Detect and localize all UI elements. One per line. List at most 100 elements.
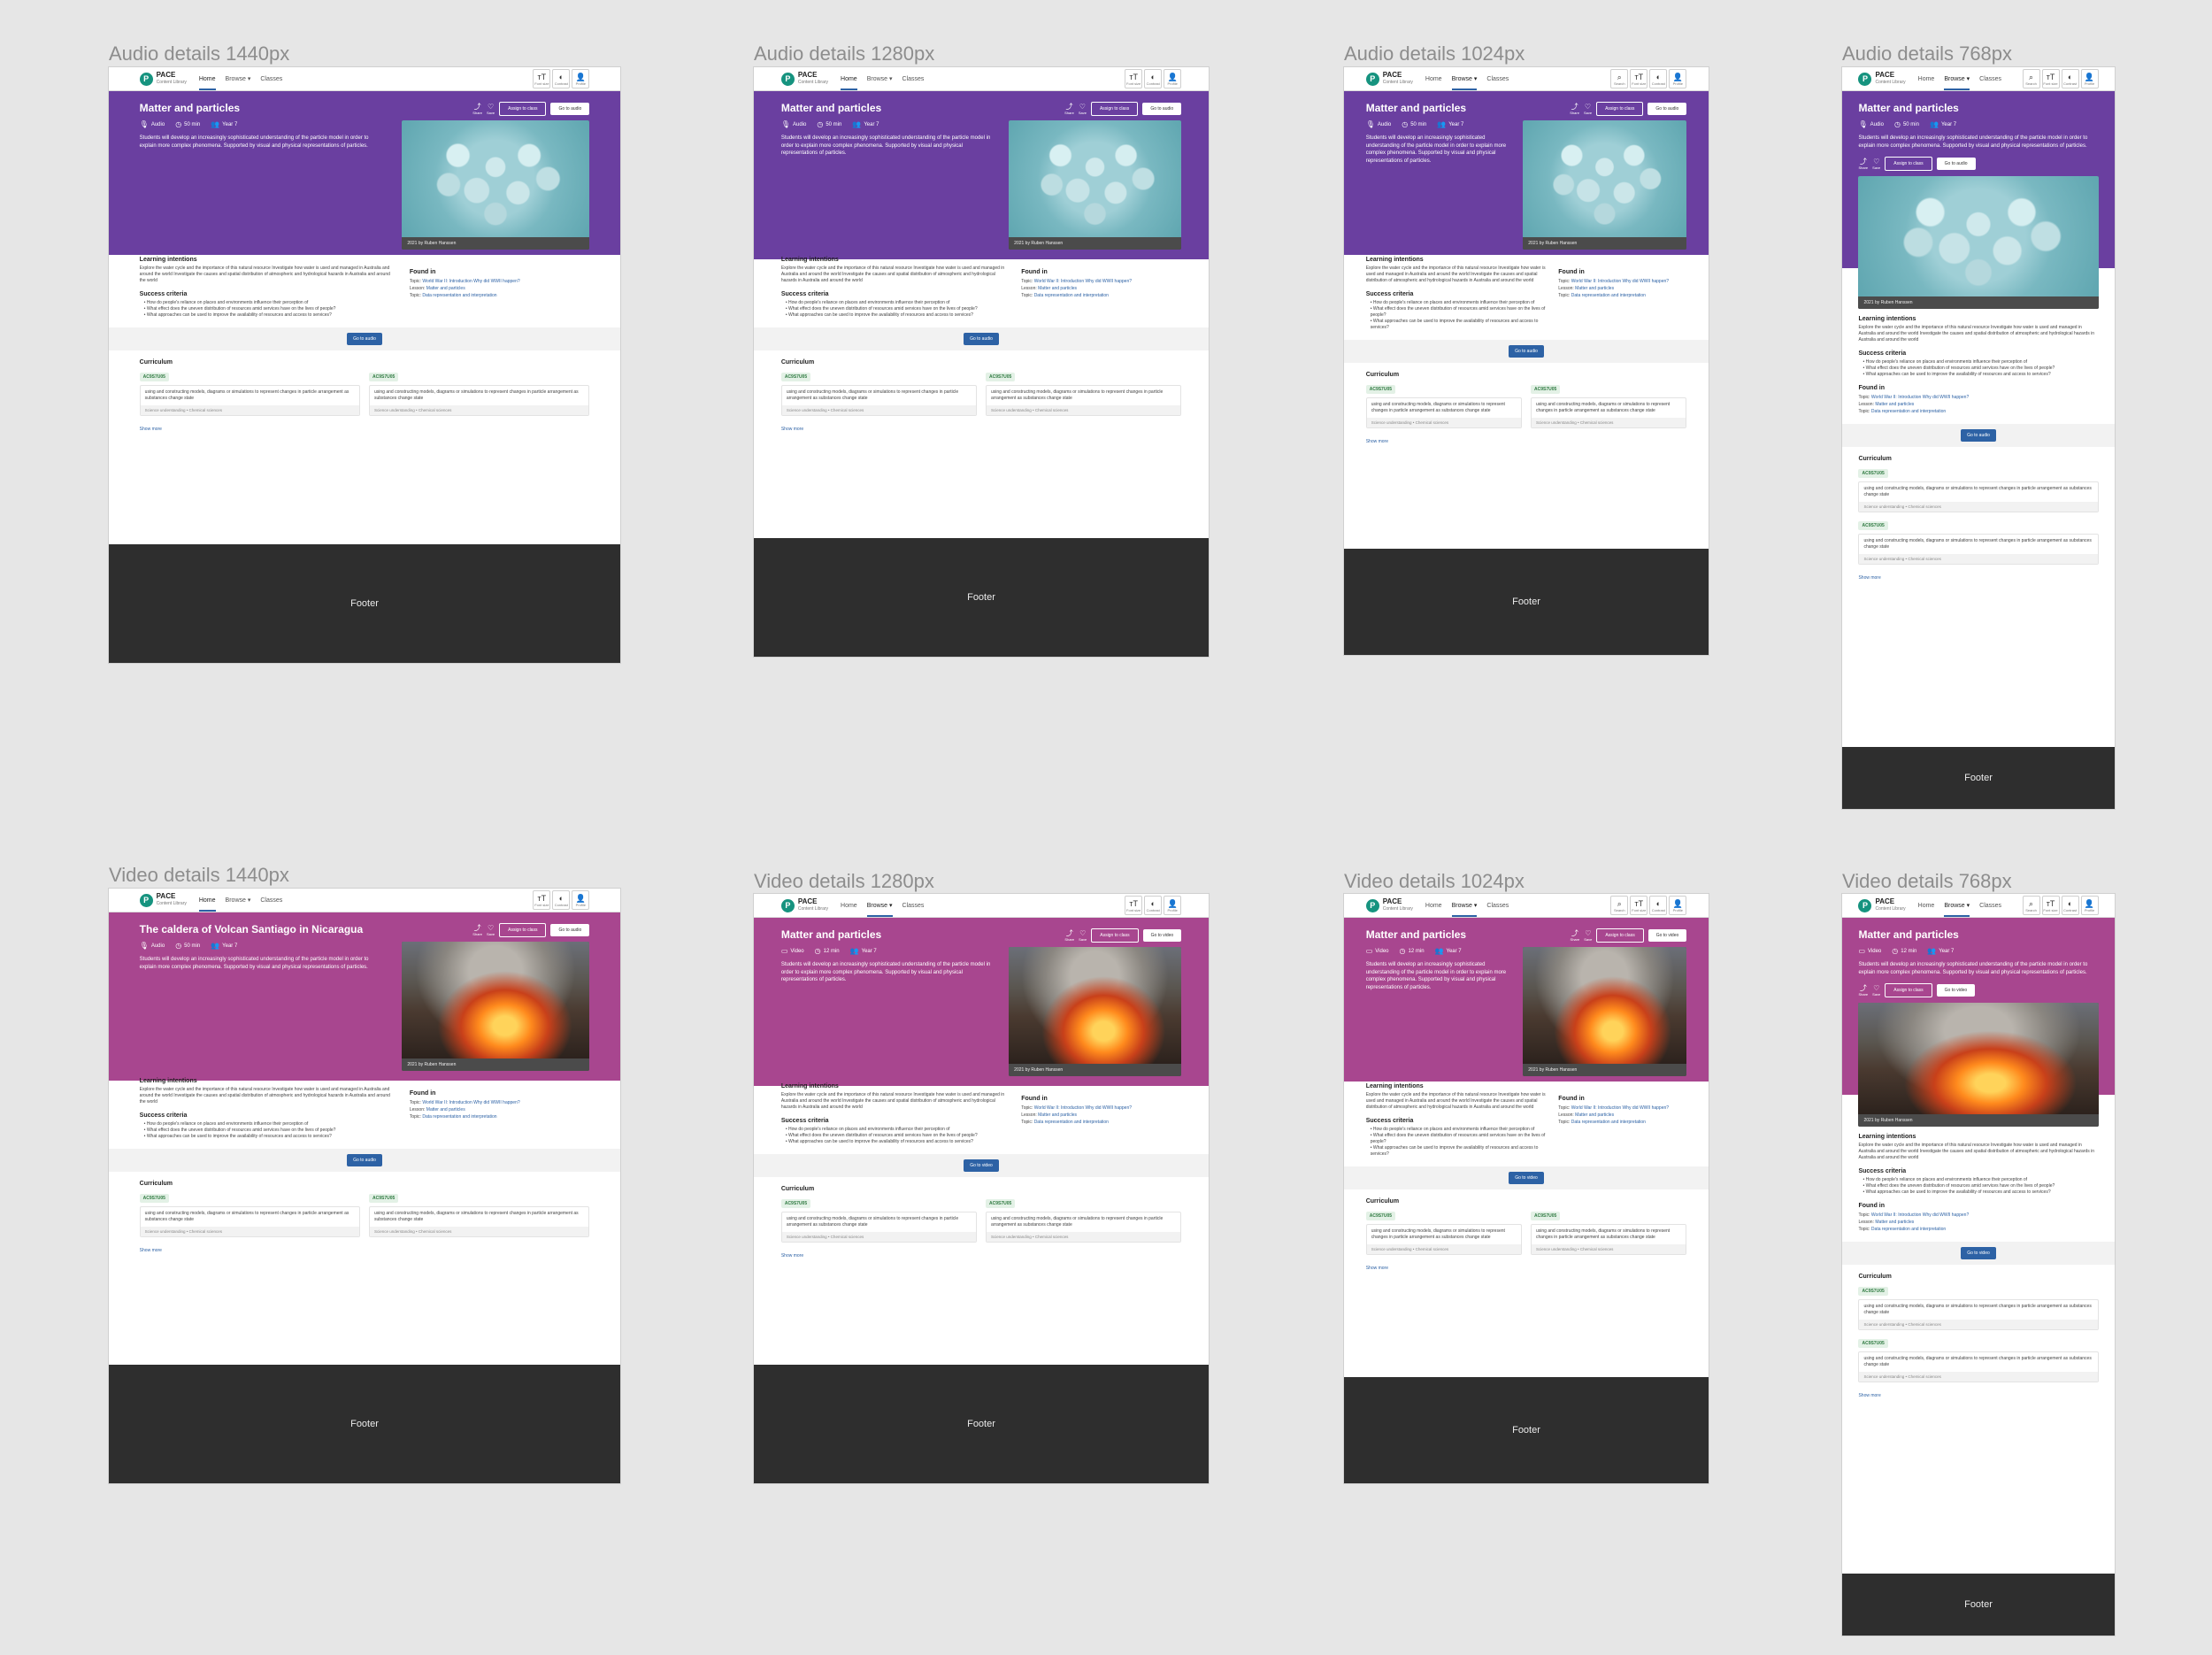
nav-link-browse[interactable]: Browse ▾ [1944, 67, 1970, 90]
found-link[interactable]: Data representation and interpretation [1871, 409, 1946, 414]
assign-to-class-button[interactable]: Assign to class [499, 923, 547, 937]
tool-search[interactable]: ⌕ Search [1610, 896, 1629, 915]
found-link[interactable]: Matter and particles [1575, 286, 1614, 291]
tool-contrast[interactable]: ◐ Contrast [2061, 69, 2079, 89]
nav-link-browse[interactable]: Browse ▾ [1451, 894, 1477, 917]
media-preview[interactable]: 2021 by Ruben Hanssen [1009, 947, 1182, 1076]
tool-font-size[interactable]: ᴛT Font size [2041, 896, 2060, 915]
media-preview[interactable]: 2021 by Ruben Hanssen [1523, 120, 1687, 250]
tool-font-size[interactable]: ᴛT Font size [1630, 896, 1648, 915]
found-link[interactable]: Data representation and interpretation [1571, 293, 1646, 298]
found-link[interactable]: Data representation and interpretation [1871, 1227, 1946, 1232]
found-link[interactable]: Data representation and interpretation [1034, 293, 1109, 298]
nav-link-classes[interactable]: Classes [1486, 894, 1509, 917]
tool-profile[interactable]: 👤 Profile [2080, 69, 2099, 89]
nav-link-browse[interactable]: Browse ▾ [1944, 894, 1970, 917]
brand-logo[interactable]: P PACE Content Library [139, 893, 187, 907]
nav-link-browse[interactable]: Browse ▾ [226, 889, 251, 912]
save-button[interactable]: ♡ Save [1872, 158, 1880, 170]
go-to-media-button[interactable]: Go to audio [1936, 158, 1976, 170]
tool-profile[interactable]: 👤 Profile [572, 890, 590, 910]
share-button[interactable]: ⤴ Share [1858, 158, 1868, 170]
nav-link-home[interactable]: Home [1918, 894, 1935, 917]
nav-link-home[interactable]: Home [1918, 67, 1935, 90]
save-button[interactable]: ♡ Save [1079, 103, 1087, 115]
tool-profile[interactable]: 👤 Profile [1164, 69, 1182, 89]
brand-logo[interactable]: P PACE Content Library [780, 72, 828, 86]
nav-link-home[interactable]: Home [841, 894, 857, 917]
go-to-media-button[interactable]: Go to audio [1142, 103, 1182, 115]
save-button[interactable]: ♡ Save [1079, 929, 1087, 942]
nav-link-browse[interactable]: Browse ▾ [1451, 67, 1477, 90]
share-button[interactable]: ⤴ Share [1064, 929, 1074, 942]
found-link[interactable]: Matter and particles [1575, 1112, 1614, 1118]
assign-to-class-button[interactable]: Assign to class [1885, 983, 1932, 997]
found-link[interactable]: Matter and particles [1875, 402, 1914, 407]
nav-link-browse[interactable]: Browse ▾ [226, 67, 251, 90]
media-preview[interactable]: 2021 by Ruben Hanssen [402, 942, 590, 1071]
go-to-media-cta[interactable]: Go to audio [1961, 429, 1996, 442]
found-link[interactable]: Matter and particles [426, 286, 465, 291]
assign-to-class-button[interactable]: Assign to class [499, 102, 547, 116]
found-link[interactable]: World War II: Introduction Why did WWII … [1571, 279, 1669, 284]
nav-link-home[interactable]: Home [198, 889, 216, 912]
tool-search[interactable]: ⌕ Search [2022, 896, 2040, 915]
share-button[interactable]: ⤴ Share [472, 924, 482, 936]
found-link[interactable]: Data representation and interpretation [422, 293, 496, 298]
assign-to-class-button[interactable]: Assign to class [1596, 102, 1644, 116]
nav-link-classes[interactable]: Classes [260, 67, 282, 90]
go-to-media-cta[interactable]: Go to audio [347, 1154, 382, 1166]
media-preview[interactable]: 2021 by Ruben Hanssen [1009, 120, 1182, 250]
go-to-media-cta[interactable]: Go to audio [1509, 345, 1544, 358]
found-link[interactable]: Data representation and interpretation [1034, 1120, 1109, 1125]
tool-profile[interactable]: 👤 Profile [1669, 896, 1687, 915]
save-button[interactable]: ♡ Save [1872, 984, 1880, 997]
tool-contrast[interactable]: ◐ Contrast [1144, 69, 1163, 89]
tool-search[interactable]: ⌕ Search [1610, 69, 1629, 89]
go-to-media-button[interactable]: Go to audio [550, 103, 590, 115]
found-link[interactable]: World War II: Introduction Why did WWII … [1034, 1105, 1132, 1111]
save-button[interactable]: ♡ Save [1584, 103, 1592, 115]
tool-contrast[interactable]: ◐ Contrast [1144, 896, 1163, 915]
nav-link-home[interactable]: Home [1425, 894, 1442, 917]
nav-link-browse[interactable]: Browse ▾ [867, 67, 893, 90]
brand-logo[interactable]: P PACE Content Library [1858, 72, 1906, 86]
tool-font-size[interactable]: ᴛT Font size [1630, 69, 1648, 89]
media-preview[interactable]: 2021 by Ruben Hanssen [402, 120, 590, 250]
show-more-link[interactable]: Show more [781, 1253, 1181, 1259]
show-more-link[interactable]: Show more [1858, 1393, 2098, 1398]
tool-contrast[interactable]: ◐ Contrast [2061, 896, 2079, 915]
share-button[interactable]: ⤴ Share [1064, 103, 1074, 115]
brand-logo[interactable]: P PACE Content Library [780, 898, 828, 912]
nav-link-home[interactable]: Home [1425, 67, 1442, 90]
found-link[interactable]: World War II: Introduction Why did WWII … [422, 1100, 519, 1105]
nav-link-classes[interactable]: Classes [902, 894, 925, 917]
found-link[interactable]: World War II: Introduction Why did WWII … [1571, 1105, 1669, 1111]
tool-profile[interactable]: 👤 Profile [2080, 896, 2099, 915]
found-link[interactable]: World War II: Introduction Why did WWII … [1034, 279, 1132, 284]
nav-link-classes[interactable]: Classes [1486, 67, 1509, 90]
nav-link-classes[interactable]: Classes [902, 67, 925, 90]
go-to-media-button[interactable]: Go to video [1647, 929, 1687, 942]
nav-link-classes[interactable]: Classes [1979, 894, 2001, 917]
show-more-link[interactable]: Show more [1366, 1266, 1687, 1271]
share-button[interactable]: ⤴ Share [1571, 929, 1580, 942]
go-to-media-button[interactable]: Go to video [1936, 984, 1976, 997]
nav-link-classes[interactable]: Classes [1979, 67, 2001, 90]
brand-logo[interactable]: P PACE Content Library [1365, 72, 1413, 86]
found-link[interactable]: Data representation and interpretation [1571, 1120, 1646, 1125]
tool-profile[interactable]: 👤 Profile [1164, 896, 1182, 915]
nav-link-home[interactable]: Home [841, 67, 857, 90]
save-button[interactable]: ♡ Save [487, 103, 495, 115]
tool-contrast[interactable]: ◐ Contrast [1649, 69, 1668, 89]
tool-font-size[interactable]: ᴛT Font size [2041, 69, 2060, 89]
go-to-media-cta[interactable]: Go to audio [347, 333, 382, 345]
tool-contrast[interactable]: ◐ Contrast [1649, 896, 1668, 915]
found-link[interactable]: Matter and particles [1038, 286, 1077, 291]
brand-logo[interactable]: P PACE Content Library [139, 72, 187, 86]
found-link[interactable]: World War II: Introduction Why did WWII … [1871, 395, 1969, 400]
assign-to-class-button[interactable]: Assign to class [1596, 928, 1644, 943]
found-link[interactable]: Matter and particles [1875, 1220, 1914, 1225]
assign-to-class-button[interactable]: Assign to class [1090, 102, 1139, 116]
share-button[interactable]: ⤴ Share [1570, 103, 1579, 115]
